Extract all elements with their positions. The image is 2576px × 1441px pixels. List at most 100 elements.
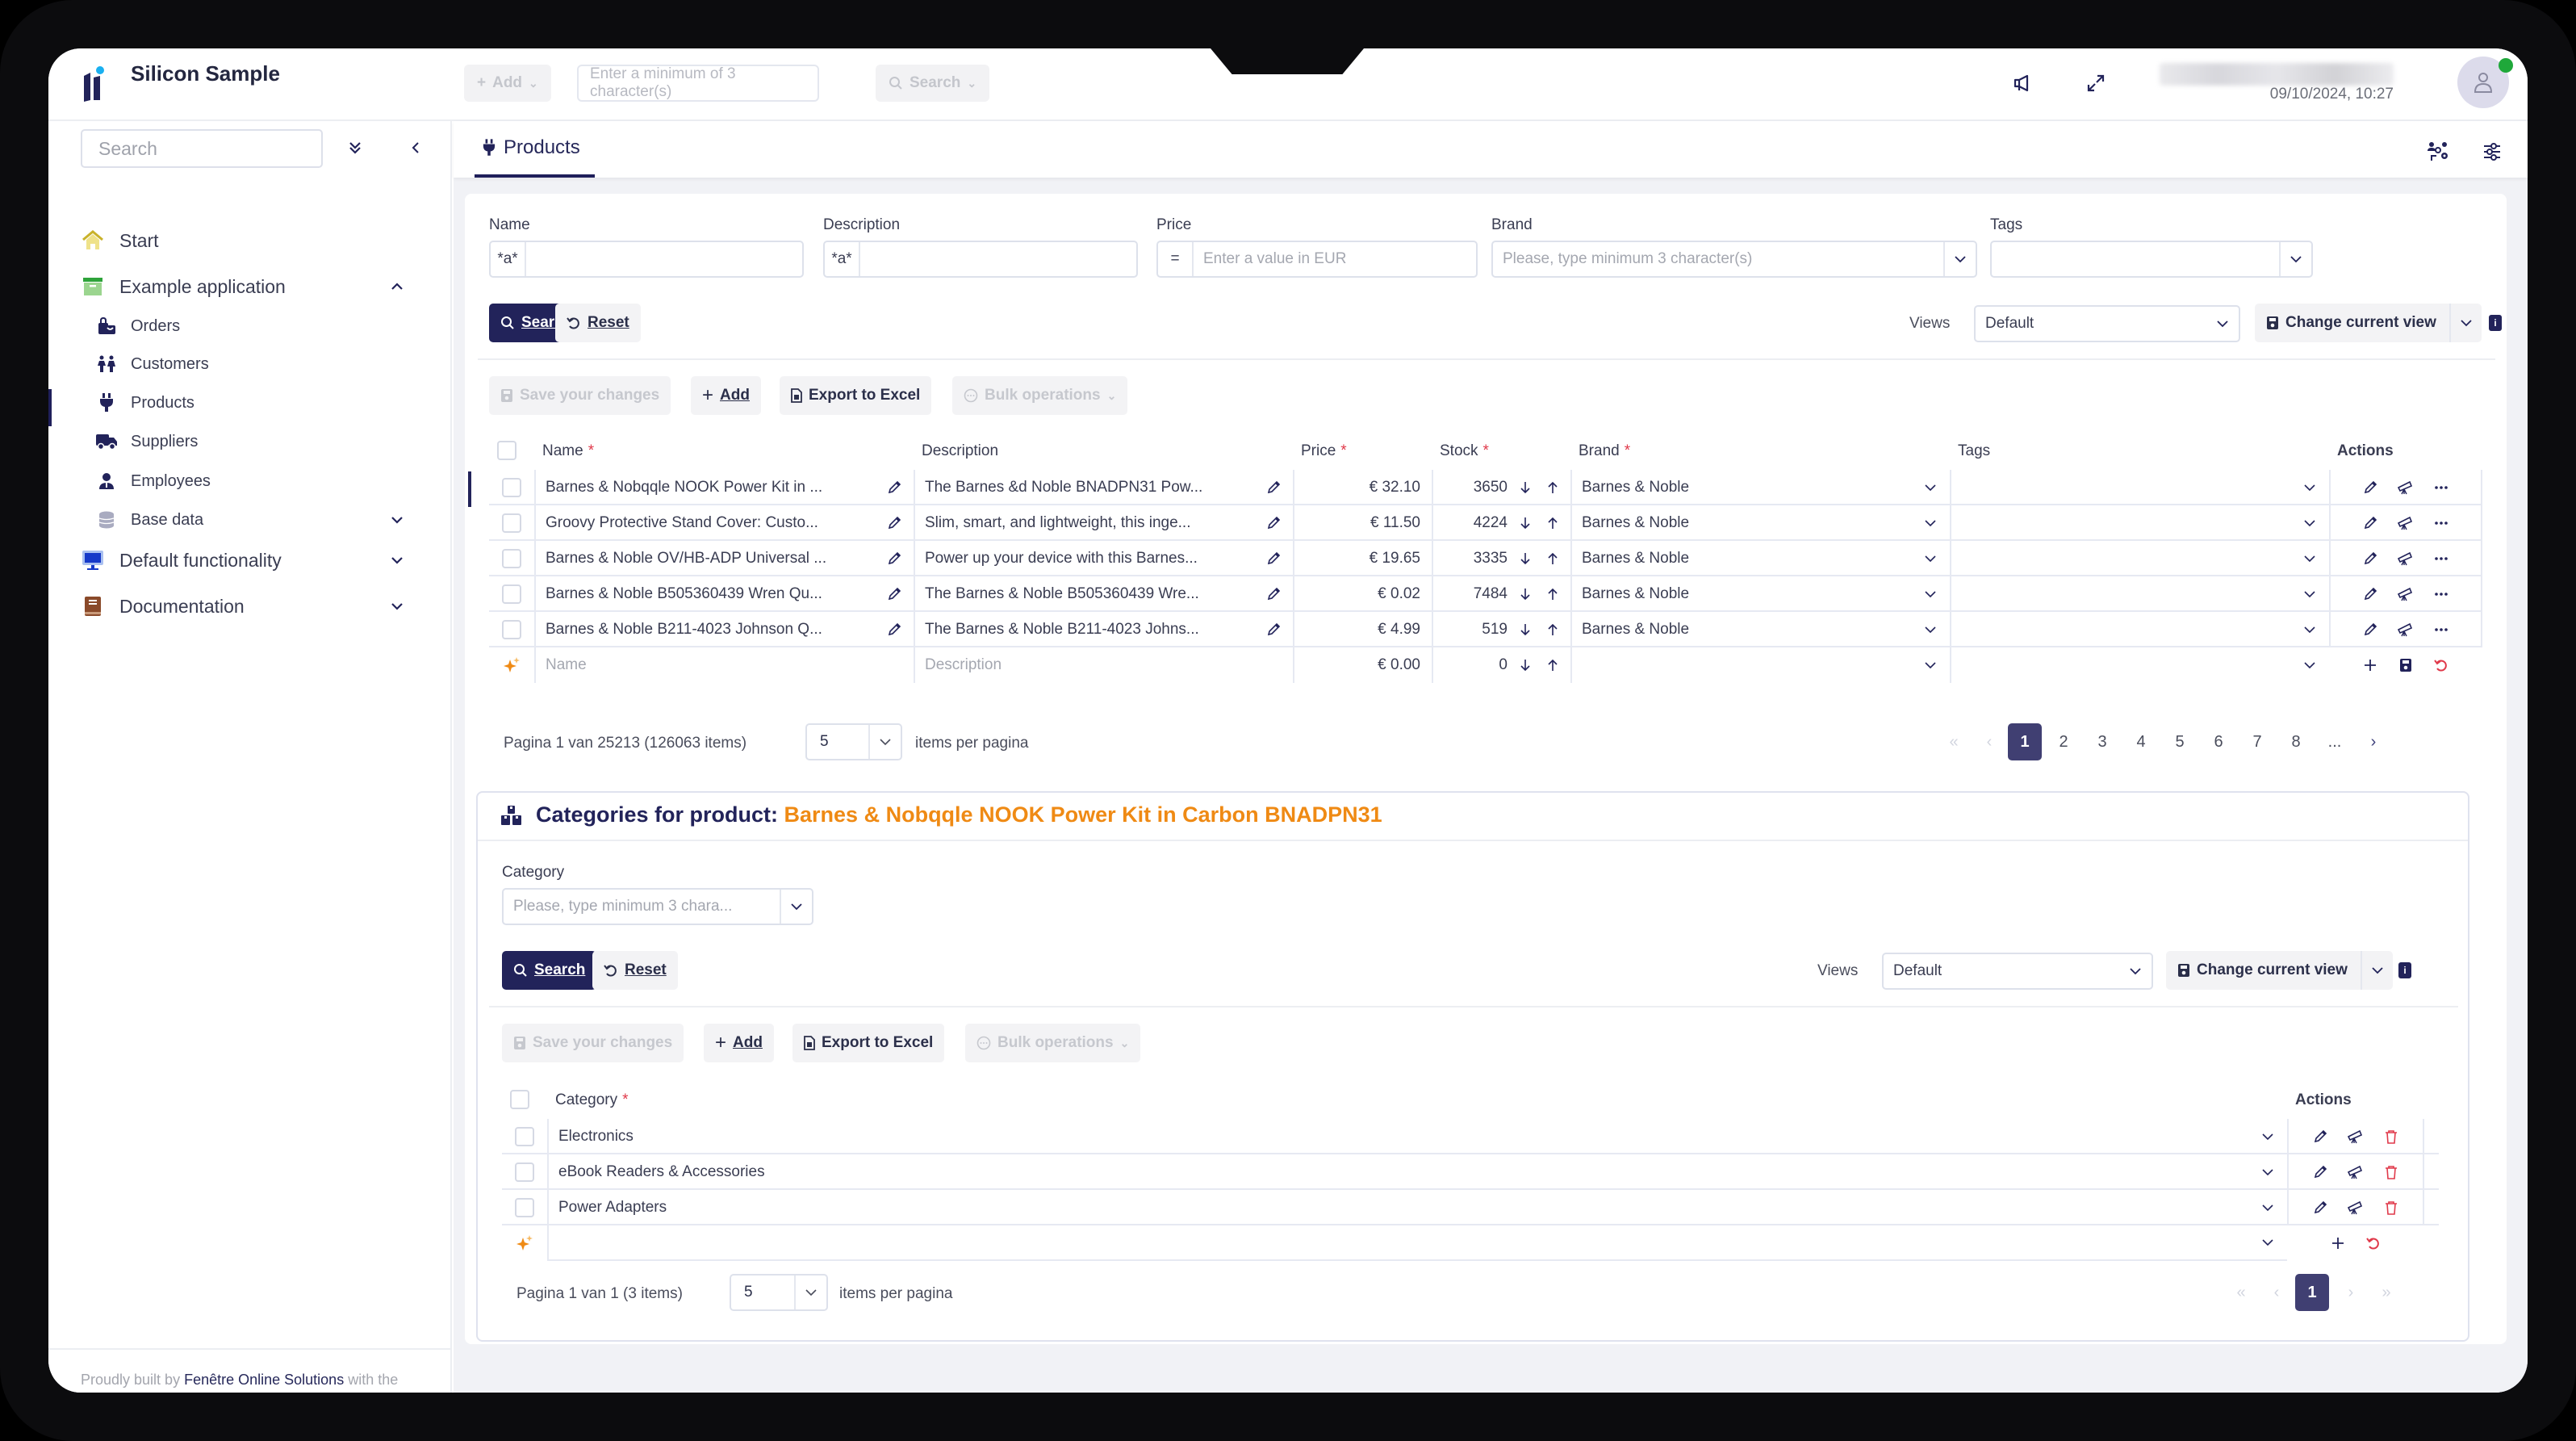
page-button-ellipsis[interactable]: ... [2318,723,2352,760]
chevron-down-icon[interactable] [1921,549,1940,568]
row-checkbox[interactable] [502,478,521,497]
header-search-button[interactable]: Search ⌄ [876,65,990,102]
trash-icon[interactable] [2382,1198,2401,1217]
chevron-down-icon[interactable] [1921,478,1940,497]
increment-arrow-icon[interactable] [1543,656,1562,675]
categories-save-changes-button[interactable]: Save your changes [502,1024,684,1062]
trash-icon[interactable] [2382,1127,2401,1146]
chevron-down-icon[interactable] [2300,656,2319,675]
decrement-arrow-icon[interactable] [1516,584,1535,604]
chevron-down-icon[interactable] [2300,620,2319,639]
chevron-down-icon[interactable] [1921,620,1940,639]
pencil-icon[interactable] [2310,1127,2330,1146]
header-quick-search-input[interactable]: Enter a minimum of 3 character(s) [577,65,819,102]
plus-icon[interactable] [2361,656,2380,675]
tab-products[interactable]: Products [475,121,595,178]
description-cell[interactable]: Description [914,647,1293,683]
footer-company-link[interactable]: Fenêtre Online Solutions [184,1372,344,1388]
select-all-checkbox[interactable] [497,441,516,460]
telescope-icon[interactable] [2396,513,2415,533]
categories-add-button[interactable]: + Add [704,1024,774,1062]
category-filter-select[interactable]: Please, type minimum 3 chara... [502,888,813,925]
brand-select-cell[interactable]: Barnes & Noble [1570,576,1950,612]
name-cell[interactable]: Barnes & Noble B505360439 Wren Qu... [534,576,914,612]
sliders-icon[interactable] [2478,137,2507,166]
description-cell[interactable]: Power up your device with this Barnes... [914,541,1293,576]
chevron-down-icon[interactable] [2258,1198,2277,1217]
column-header-stock[interactable]: Stock * [1440,442,1489,460]
chevron-down-icon[interactable] [780,890,812,924]
filter-brand-select[interactable]: Please, type minimum 3 character(s) [1491,241,1977,278]
price-cell[interactable]: € 4.99 [1293,612,1432,647]
reset-button[interactable]: Reset [555,304,641,342]
filter-name-input[interactable]: *a* [489,241,804,278]
chevron-down-icon[interactable] [2279,242,2311,276]
description-cell[interactable]: Slim, smart, and lightweight, this inge.… [914,505,1293,541]
chevron-down-icon[interactable] [2300,513,2319,533]
chevron-down-icon[interactable] [387,510,407,530]
column-header-brand[interactable]: Brand * [1579,442,1630,460]
last-page-button[interactable]: » [2369,1274,2403,1311]
sidebar-item-start[interactable]: Start [81,224,159,257]
category-select-cell[interactable]: Electronics [547,1119,2287,1154]
pencil-icon[interactable] [1264,513,1283,533]
decrement-arrow-icon[interactable] [1516,620,1535,639]
filter-tags-select[interactable] [1990,241,2313,278]
header-add-button[interactable]: + Add ⌄ [464,65,551,102]
sidebar-item-default-functionality[interactable]: Default functionality [81,544,282,576]
next-page-button[interactable]: › [2356,723,2390,760]
brand-select-cell[interactable] [1570,647,1950,683]
name-cell[interactable]: Groovy Protective Stand Cover: Custo... [534,505,914,541]
chevron-down-icon[interactable] [1921,584,1940,604]
categories-export-button[interactable]: Export to Excel [792,1024,945,1062]
increment-arrow-icon[interactable] [1543,513,1562,533]
tags-select-cell[interactable] [1950,541,2329,576]
more-options-icon[interactable] [2432,620,2451,639]
sidebar-search-input[interactable]: Search [81,129,323,168]
stock-cell[interactable]: 3650 [1432,470,1570,505]
first-page-button[interactable]: « [1937,723,1971,760]
row-checkbox[interactable] [502,549,521,568]
category-select-cell[interactable]: eBook Readers & Accessories [547,1154,2287,1190]
telescope-icon[interactable] [2396,549,2415,568]
sidebar-item-customers[interactable]: Customers [95,350,209,379]
chevron-down-icon[interactable] [2300,584,2319,604]
row-checkbox[interactable] [515,1127,534,1146]
pencil-icon[interactable] [2361,620,2380,639]
decrement-arrow-icon[interactable] [1516,478,1535,497]
expand-icon[interactable] [2082,69,2110,97]
tags-select-cell[interactable] [1950,470,2329,505]
products-per-page-select[interactable]: 5 [805,723,902,760]
stock-cell[interactable]: 7484 [1432,576,1570,612]
pencil-icon[interactable] [884,584,904,604]
page-button-3[interactable]: 3 [2085,723,2119,760]
chevron-down-icon[interactable] [2360,951,2393,990]
pencil-icon[interactable] [2361,513,2380,533]
add-button[interactable]: + Add [691,376,761,415]
more-options-icon[interactable] [2432,478,2451,497]
row-checkbox[interactable] [502,584,521,604]
telescope-icon[interactable] [2346,1162,2365,1182]
decrement-arrow-icon[interactable] [1516,549,1535,568]
more-options-icon[interactable] [2432,584,2451,604]
brand-select-cell[interactable]: Barnes & Noble [1570,612,1950,647]
brand-select-cell[interactable]: Barnes & Noble [1570,541,1950,576]
tags-select-cell[interactable] [1950,647,2329,683]
description-cell[interactable]: The Barnes &d Noble BNADPN31 Pow... [914,470,1293,505]
tags-select-cell[interactable] [1950,505,2329,541]
decrement-arrow-icon[interactable] [1516,513,1535,533]
chevron-down-icon[interactable] [2258,1127,2277,1146]
sidebar-item-example-application[interactable]: Example application [81,270,286,303]
page-button-1[interactable]: 1 [2008,723,2042,760]
category-select-cell[interactable] [547,1225,2287,1261]
export-to-excel-button[interactable]: Export to Excel [780,376,932,415]
categories-change-view-button[interactable]: Change current view [2166,951,2393,990]
page-button-8[interactable]: 8 [2279,723,2313,760]
name-cell[interactable]: Barnes & Noble OV/HB-ADP Universal ... [534,541,914,576]
row-checkbox[interactable] [502,513,521,533]
expand-all-icon[interactable] [343,136,367,160]
description-cell[interactable]: The Barnes & Noble B505360439 Wre... [914,576,1293,612]
pencil-icon[interactable] [884,620,904,639]
filter-price-input[interactable]: = Enter a value in EUR [1156,241,1478,278]
chevron-down-icon[interactable] [2258,1162,2277,1182]
